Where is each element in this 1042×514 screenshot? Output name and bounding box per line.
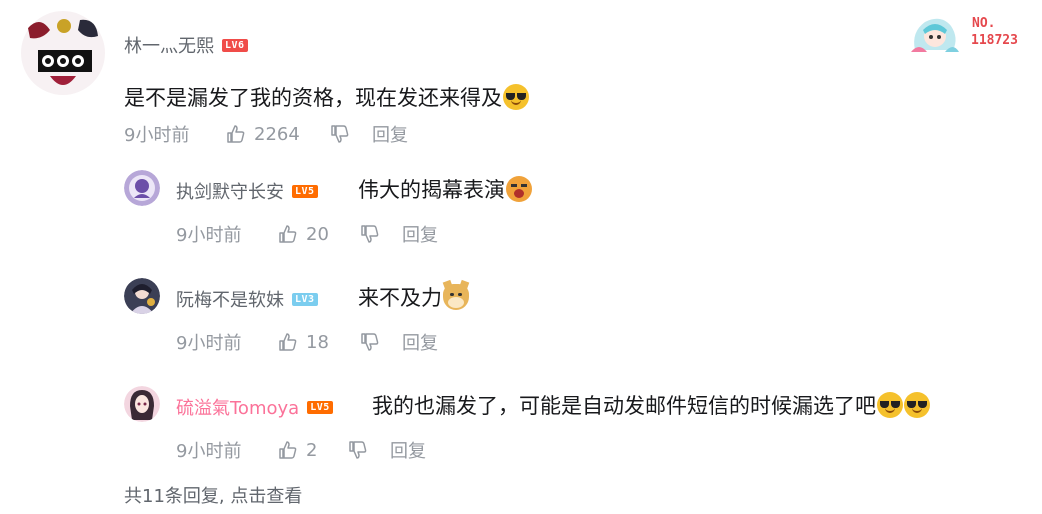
comment-body: 是不是漏发了我的资格，现在发还来得及 (124, 86, 502, 110)
level-badge: LV6 (222, 38, 248, 52)
reply-actions: 9小时前 2 回复 (176, 437, 426, 463)
avatar[interactable] (124, 386, 160, 422)
avatar[interactable] (20, 10, 106, 96)
like-icon[interactable] (278, 332, 298, 352)
view-more-replies-link[interactable]: 共11条回复, 点击查看 (124, 482, 302, 508)
comment-header: 林一灬无熙 LV6 (124, 32, 248, 58)
like-count: 2264 (254, 123, 300, 145)
comment-text: 是不是漏发了我的资格，现在发还来得及 (124, 82, 529, 112)
timestamp: 9小时前 (176, 225, 242, 246)
avatar[interactable] (124, 170, 160, 206)
reply-button[interactable]: 回复 (402, 221, 438, 247)
like-icon[interactable] (226, 124, 246, 144)
reply-body: 来不及力 (358, 286, 442, 310)
fan-badge-character-icon (911, 18, 959, 52)
reply-body: 我的也漏发了，可能是自动发邮件短信的时候漏选了吧 (372, 394, 876, 418)
reply-header: 执剑默守长安 LV5 (176, 178, 318, 204)
cool-sunglasses-emoji-icon (503, 84, 529, 110)
timestamp: 9小时前 (124, 125, 190, 146)
timestamp: 9小时前 (176, 441, 242, 462)
fan-badge: NO. 118723 (905, 12, 1030, 54)
dislike-icon[interactable] (360, 224, 402, 244)
dislike-icon[interactable] (360, 332, 402, 352)
fan-badge-number: 118723 (971, 33, 1018, 48)
reply-actions: 9小时前 20 回复 (176, 221, 438, 247)
reply-button[interactable]: 回复 (390, 437, 426, 463)
avatar[interactable] (124, 278, 160, 314)
reply-button[interactable]: 回复 (372, 121, 408, 147)
username[interactable]: 林一灬无熙 (124, 32, 214, 58)
dislike-icon[interactable] (330, 124, 372, 144)
comment-actions: 9小时前 2264 回复 (124, 121, 408, 147)
reply-text: 我的也漏发了，可能是自动发邮件短信的时候漏选了吧 (372, 390, 930, 420)
level-badge: LV5 (292, 184, 318, 198)
fan-badge-prefix: NO. (972, 16, 996, 31)
reply-header: 硫溢氣Tomoya LV5 (176, 394, 333, 420)
doge-emoji-icon (442, 279, 470, 310)
reply-text: 来不及力 (358, 279, 470, 312)
like-icon[interactable] (278, 224, 298, 244)
username[interactable]: 执剑默守长安 (176, 178, 284, 204)
reply-body: 伟大的揭幕表演 (358, 178, 505, 202)
like-count: 20 (306, 223, 329, 245)
reply-actions: 9小时前 18 回复 (176, 329, 438, 355)
level-badge: LV3 (292, 292, 318, 306)
like-icon[interactable] (278, 440, 298, 460)
like-count: 18 (306, 331, 329, 353)
level-badge: LV5 (307, 400, 333, 414)
crying-emoji-icon (506, 176, 532, 202)
username[interactable]: 硫溢氣Tomoya (176, 394, 299, 420)
reply-text: 伟大的揭幕表演 (358, 174, 532, 204)
like-count: 2 (306, 439, 318, 461)
dislike-icon[interactable] (348, 440, 390, 460)
cool-sunglasses-emoji-icon (904, 392, 930, 418)
reply-button[interactable]: 回复 (402, 329, 438, 355)
timestamp: 9小时前 (176, 333, 242, 354)
cool-sunglasses-emoji-icon (877, 392, 903, 418)
reply-header: 阮梅不是软妹 LV3 (176, 286, 318, 312)
username[interactable]: 阮梅不是软妹 (176, 286, 284, 312)
